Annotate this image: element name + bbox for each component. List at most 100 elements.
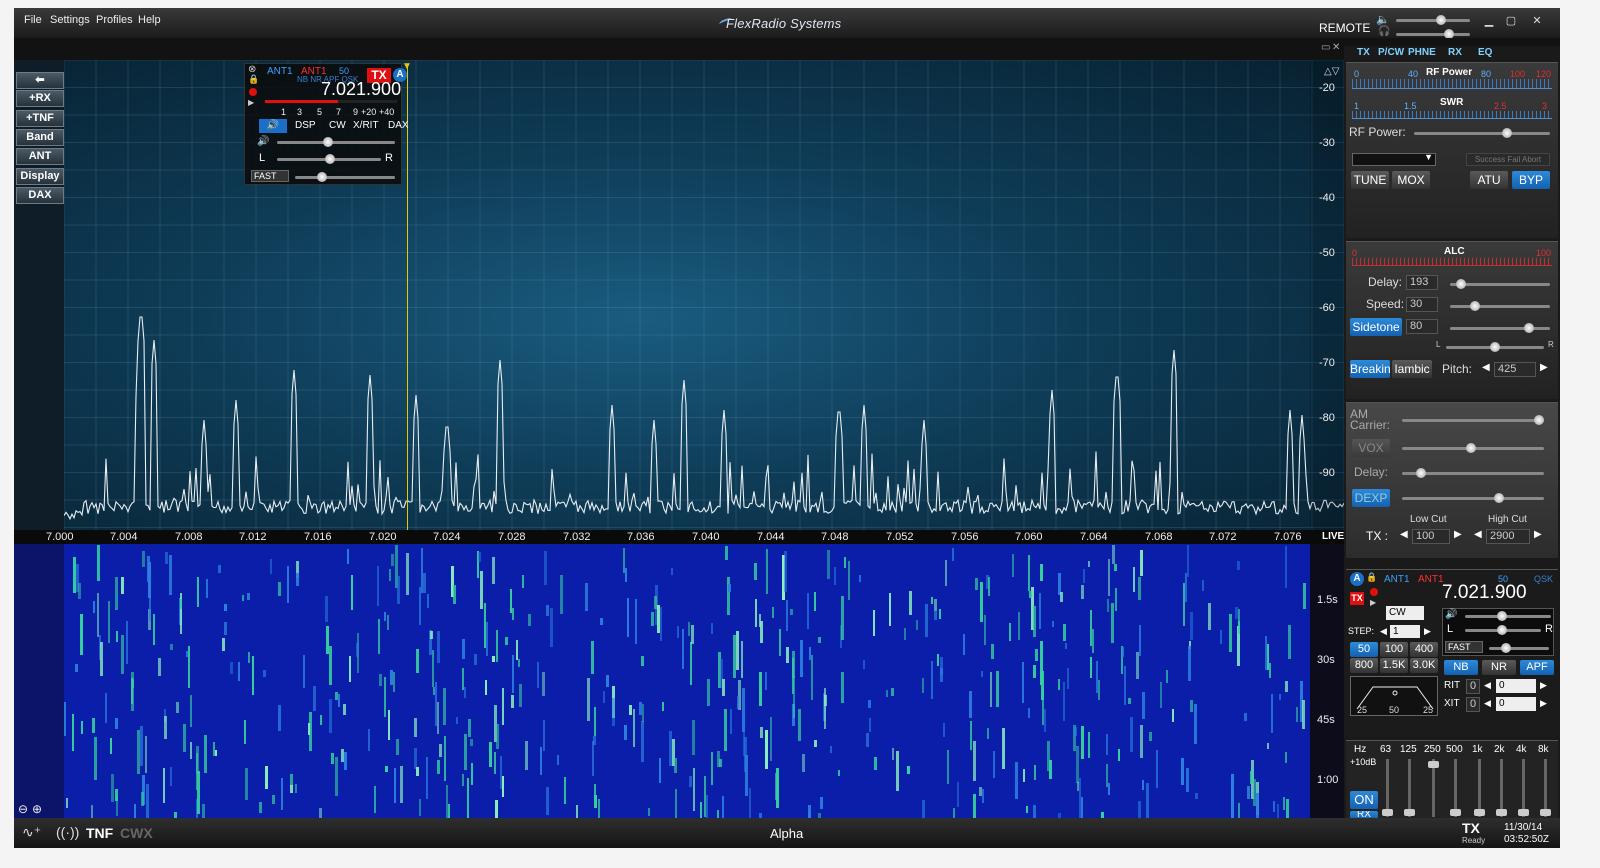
filter-1-5k-button[interactable]: 1.5K (1380, 658, 1408, 673)
cw-pan-slider[interactable] (1446, 342, 1544, 352)
eq-band-slider[interactable] (1496, 759, 1507, 817)
maximize-button[interactable]: ▢ (1502, 13, 1520, 29)
cw-speed-slider[interactable] (1450, 301, 1550, 311)
waveform-add-icon[interactable]: ∿⁺ (22, 824, 41, 841)
tab-pcw[interactable]: P/CW (1378, 47, 1404, 60)
agc-threshold-slider[interactable] (295, 172, 395, 182)
menu-help[interactable]: Help (138, 14, 161, 26)
pitch-field[interactable]: 425 (1494, 362, 1536, 377)
tx-profile-select[interactable]: ▼ (1352, 152, 1436, 166)
filter-100-button[interactable]: 100 (1380, 642, 1408, 657)
display-button[interactable]: Display (16, 168, 64, 185)
rit-field[interactable]: 0 (1496, 679, 1536, 693)
rit-down-icon[interactable]: ◀ (1484, 680, 1491, 691)
tune-button[interactable]: TUNE (1351, 171, 1389, 189)
pitch-down-icon[interactable]: ◀ (1482, 362, 1490, 373)
rx-pan-slider[interactable] (1465, 625, 1541, 635)
rx-agc-slider[interactable] (1489, 643, 1549, 653)
slice-volume-slider[interactable] (277, 137, 395, 147)
rx-antenna[interactable]: ANT1 (267, 66, 293, 77)
band-button[interactable]: Band (16, 129, 64, 146)
wireless-icon[interactable]: ((·)) (56, 824, 79, 840)
iambic-button[interactable]: Iambic (1392, 360, 1432, 378)
collapse-arrow-button[interactable]: ⬅ (16, 72, 64, 89)
slice-frequency-marker[interactable] (407, 66, 408, 530)
menu-file[interactable]: File (24, 14, 42, 26)
slice-lock-icon[interactable]: 🔒 (248, 74, 259, 85)
filter-3-0k-button[interactable]: 3.0K (1410, 658, 1438, 673)
add-tnf-button[interactable]: +TNF (16, 110, 64, 127)
tab-dsp[interactable]: DSP (295, 120, 316, 131)
rit-toggle[interactable]: 0 (1466, 679, 1480, 694)
pitch-up-icon[interactable]: ▶ (1540, 362, 1548, 373)
tab-xrit[interactable]: X/RIT (353, 120, 379, 131)
headphone-volume-slider[interactable] (1396, 29, 1470, 39)
eq-on-button[interactable]: ON (1350, 791, 1378, 809)
eq-band-slider[interactable] (1450, 759, 1461, 817)
mox-button[interactable]: MOX (1392, 171, 1430, 189)
low-cut-down-icon[interactable]: ◀ (1400, 529, 1408, 540)
vox-delay-slider[interactable] (1402, 468, 1544, 478)
pan-float-icon[interactable]: ▭ (1321, 42, 1330, 53)
mode-select[interactable]: CW (1386, 606, 1424, 620)
am-carrier-slider[interactable] (1402, 415, 1544, 425)
scale-up-icon[interactable]: △▽ (1324, 66, 1339, 77)
step-up-icon[interactable]: ▶ (1424, 626, 1431, 637)
vox-button[interactable]: VOX (1352, 439, 1390, 457)
record-icon[interactable] (249, 88, 257, 96)
tab-eq[interactable]: EQ (1478, 47, 1492, 60)
sidetone-slider[interactable] (1450, 323, 1550, 333)
dexp-button[interactable]: DEXP (1352, 489, 1390, 507)
filter-400-button[interactable]: 400 (1410, 642, 1438, 657)
add-rx-button[interactable]: +RX (16, 90, 64, 107)
sidetone-button[interactable]: Sidetone (1350, 318, 1402, 336)
low-cut-field[interactable]: 100 (1412, 529, 1450, 544)
nr-button[interactable]: NR (1482, 660, 1516, 675)
audio-pan-slider[interactable] (277, 154, 381, 164)
menu-settings[interactable]: Settings (50, 14, 90, 26)
tx-antenna-select[interactable]: ANT1 (1418, 574, 1444, 585)
cwx-toggle[interactable]: CWX (120, 825, 153, 841)
cw-delay-field[interactable]: 193 (1406, 275, 1438, 290)
ant-button[interactable]: ANT (16, 148, 64, 165)
atu-button[interactable]: ATU (1470, 171, 1508, 189)
rf-power-slider[interactable] (1414, 128, 1550, 138)
rx-lock-icon[interactable]: 🔒 (1366, 572, 1377, 583)
waterfall[interactable] (64, 544, 1310, 818)
audio-tab-icon[interactable]: 🔊 (259, 119, 287, 133)
tab-tx[interactable]: TX (1357, 47, 1370, 60)
step-field[interactable]: 1 (1390, 625, 1420, 638)
rit-up-icon[interactable]: ▶ (1540, 680, 1547, 691)
nb-button[interactable]: NB (1444, 660, 1478, 675)
cw-delay-slider[interactable] (1450, 279, 1550, 289)
rx-agc-select[interactable]: FAST (1445, 641, 1483, 653)
high-cut-up-icon[interactable]: ▶ (1534, 529, 1542, 540)
high-cut-down-icon[interactable]: ◀ (1474, 529, 1482, 540)
menu-profiles[interactable]: Profiles (96, 14, 133, 26)
xit-down-icon[interactable]: ◀ (1484, 698, 1491, 709)
minimize-button[interactable]: ▁ (1480, 13, 1498, 29)
high-cut-field[interactable]: 2900 (1486, 529, 1530, 544)
tab-dax[interactable]: DAX (388, 120, 409, 131)
filter-shape-display[interactable]: 25 50 25 (1350, 676, 1438, 716)
rx-antenna-select[interactable]: ANT1 (1384, 574, 1410, 585)
breakin-button[interactable]: Breakin (1350, 360, 1391, 378)
rx-frequency[interactable]: 7.021.900 (1442, 582, 1527, 604)
agc-mode-select[interactable]: FAST (251, 170, 289, 182)
low-cut-up-icon[interactable]: ▶ (1454, 529, 1462, 540)
xit-field[interactable]: 0 (1496, 697, 1536, 711)
eq-band-slider[interactable] (1474, 759, 1485, 817)
filter-50-button[interactable]: 50 (1350, 642, 1378, 657)
step-down-icon[interactable]: ◀ (1380, 626, 1387, 637)
apf-button[interactable]: APF (1520, 660, 1554, 675)
rx-record-icon[interactable] (1370, 588, 1378, 596)
filter-800-button[interactable]: 800 (1350, 658, 1378, 673)
cw-speed-field[interactable]: 30 (1406, 297, 1438, 312)
eq-band-slider[interactable] (1428, 759, 1439, 817)
rit-label[interactable]: RIT (1444, 680, 1460, 691)
tab-rx[interactable]: RX (1448, 47, 1462, 60)
master-volume-slider[interactable] (1396, 15, 1470, 25)
tab-phone[interactable]: PHNE (1408, 47, 1436, 60)
rx-play-icon[interactable]: ▶ (1370, 598, 1376, 607)
rx-tx-badge[interactable]: TX (1350, 592, 1364, 605)
